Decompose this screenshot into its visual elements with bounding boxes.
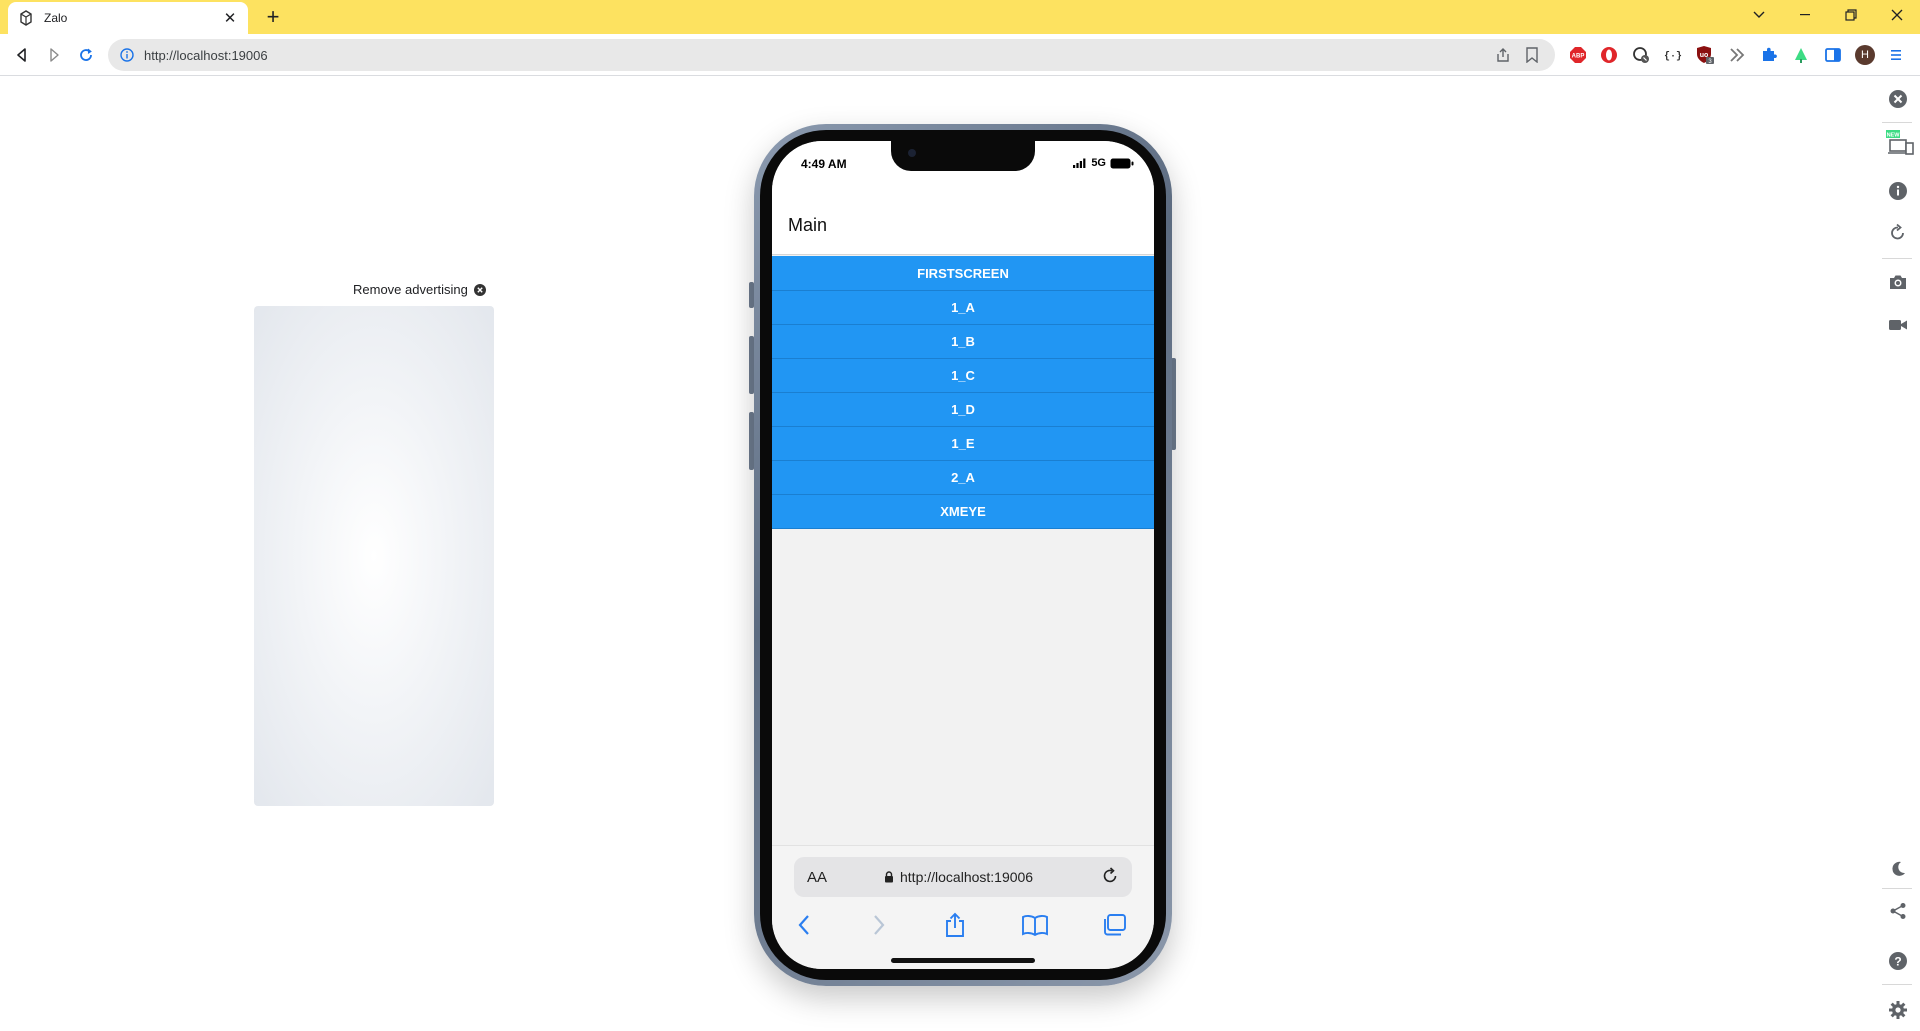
sidebar-separator [1882, 122, 1912, 123]
safari-back-icon[interactable] [789, 910, 819, 940]
network-type: 5G [1091, 157, 1106, 169]
zalo-favicon-icon [20, 10, 32, 26]
code-brackets-extension-icon[interactable]: {·} [1662, 44, 1684, 66]
site-info-icon[interactable] [120, 48, 134, 62]
reload-button[interactable] [74, 43, 98, 67]
safari-reload-icon[interactable] [1100, 866, 1120, 886]
advertisement-placeholder [254, 306, 494, 806]
double-chevron-extension-icon[interactable] [1726, 44, 1748, 66]
status-time: 4:49 AM [801, 157, 847, 171]
safari-tabs-icon[interactable] [1099, 910, 1129, 940]
minimize-button[interactable] [1782, 0, 1828, 30]
safari-toolbar: AA http://localhost:19006 [772, 845, 1154, 969]
extensions-puzzle-icon[interactable] [1758, 44, 1780, 66]
nav-button-1a[interactable]: 1_A [772, 291, 1154, 325]
side-panel-icon[interactable] [1822, 44, 1844, 66]
svg-text:?: ? [1894, 955, 1901, 969]
restore-button[interactable] [1828, 0, 1874, 30]
safari-bookmarks-icon[interactable] [1020, 910, 1050, 940]
tab-search-chevron-icon[interactable] [1736, 0, 1782, 30]
safari-share-icon[interactable] [940, 910, 970, 940]
svg-text:{·}: {·} [1664, 51, 1682, 63]
nav-button-xmeye[interactable]: XMEYE [772, 495, 1154, 529]
remove-advertising-link[interactable]: Remove advertising [353, 282, 486, 297]
browser-toolbar: http://localhost:19006 ABP {·} uo 3 H [0, 34, 1920, 76]
app-header: Main [772, 193, 1154, 255]
settings-gear-icon[interactable] [1885, 997, 1911, 1023]
nav-button-1e[interactable]: 1_E [772, 427, 1154, 461]
ublock-shield-icon[interactable]: uo 3 [1694, 44, 1716, 66]
battery-icon [1110, 158, 1134, 168]
back-button[interactable] [10, 43, 34, 67]
dark-mode-moon-icon[interactable] [1885, 856, 1911, 882]
signal-bars-icon [1073, 158, 1086, 168]
nav-button-1b[interactable]: 1_B [772, 325, 1154, 359]
screenshot-camera-icon[interactable] [1885, 269, 1911, 295]
text-size-button[interactable]: AA [807, 869, 827, 886]
remove-ad-close-icon[interactable] [473, 283, 486, 296]
opera-extension-icon[interactable] [1598, 44, 1620, 66]
status-indicators: 5G [1073, 157, 1134, 169]
device-toggle-icon[interactable]: NEW [1885, 130, 1917, 156]
svg-text:ABP: ABP [1572, 54, 1585, 60]
safari-url-text: http://localhost:19006 [900, 869, 1034, 885]
nav-button-2a[interactable]: 2_A [772, 461, 1154, 495]
page-title: Main [788, 215, 828, 235]
navigation-button-list: FIRSTSCREEN 1_A 1_B 1_C 1_D 1_E 2_A XMEY… [772, 256, 1154, 529]
share-icon[interactable] [1885, 898, 1911, 924]
nav-button-firstscreen[interactable]: FIRSTSCREEN [772, 256, 1154, 291]
new-badge: NEW [1887, 133, 1901, 139]
sidebar-separator [1882, 258, 1912, 259]
safari-forward-icon[interactable] [864, 910, 894, 940]
address-url: http://localhost:19006 [144, 47, 268, 63]
phone-screen: 4:49 AM 5G Main FIRSTSCREEN 1_A 1_B 1_C … [772, 141, 1154, 969]
profile-initial: H [1855, 45, 1875, 65]
record-video-icon[interactable] [1885, 312, 1911, 338]
rotate-icon[interactable] [1885, 220, 1911, 246]
forward-button[interactable] [42, 43, 66, 67]
browser-tab-bar: Zalo ✕ + [0, 0, 1920, 34]
address-bar[interactable]: http://localhost:19006 [108, 39, 1555, 71]
nav-button-1c[interactable]: 1_C [772, 359, 1154, 393]
home-indicator[interactable] [891, 958, 1035, 963]
browser-tab[interactable]: Zalo ✕ [8, 2, 248, 34]
share-page-icon[interactable] [1495, 47, 1511, 63]
front-camera [908, 149, 916, 157]
profile-avatar[interactable]: H [1854, 44, 1876, 66]
new-tab-button[interactable]: + [260, 4, 286, 30]
tab-title: Zalo [44, 11, 68, 25]
nav-button-1d[interactable]: 1_D [772, 393, 1154, 427]
tab-close-icon[interactable]: ✕ [222, 9, 238, 27]
info-icon[interactable] [1885, 178, 1911, 204]
browser-menu-icon[interactable] [1885, 44, 1907, 66]
safari-address-bar[interactable]: AA http://localhost:19006 [794, 857, 1132, 897]
bookmark-star-icon[interactable] [1525, 47, 1539, 63]
close-window-button[interactable] [1874, 0, 1920, 30]
sidebar-separator [1882, 888, 1912, 889]
lock-icon [885, 871, 893, 883]
close-emulator-icon[interactable] [1885, 86, 1911, 112]
leaf-extension-icon[interactable] [1790, 44, 1812, 66]
safari-address: http://localhost:19006 [884, 869, 1033, 885]
remove-advertising-label: Remove advertising [353, 282, 468, 297]
adblock-plus-icon[interactable]: ABP [1567, 44, 1589, 66]
sidebar-separator [1882, 984, 1912, 985]
help-icon[interactable]: ? [1885, 948, 1911, 974]
tracker-block-icon[interactable] [1630, 44, 1652, 66]
